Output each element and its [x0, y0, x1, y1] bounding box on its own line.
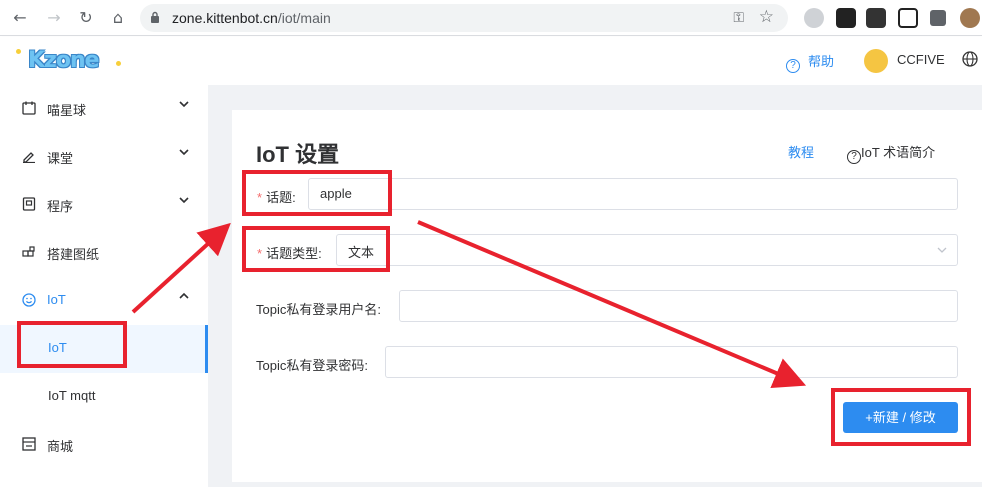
- question-icon: ?: [786, 59, 800, 73]
- profile-avatar[interactable]: [960, 8, 980, 28]
- language-globe-icon[interactable]: [962, 51, 978, 67]
- topic-type-label: * 话题类型:: [257, 246, 322, 261]
- document-icon: [22, 197, 36, 211]
- puzzle-icon[interactable]: [930, 10, 946, 26]
- sidebar: 喵星球 课堂 程序 搭建图纸 IoT IoT IoT mqtt 商城: [0, 85, 208, 487]
- topic-username-label: Topic私有登录用户名:: [256, 302, 381, 317]
- sidebar-item-iot[interactable]: IoT: [0, 277, 208, 325]
- calendar-icon: [22, 101, 36, 115]
- blocks-icon: [22, 246, 35, 257]
- smile-icon: [22, 293, 36, 307]
- sidebar-item-classroom[interactable]: 课堂: [0, 133, 208, 181]
- create-modify-button[interactable]: +新建 / 修改: [843, 402, 958, 433]
- topic-password-input[interactable]: [385, 346, 958, 378]
- home-icon[interactable]: ⌂: [108, 8, 128, 28]
- kzone-logo[interactable]: Kzone: [16, 45, 122, 79]
- browser-toolbar: ← → ↻ ⌂ zone.kittenbot.cn/iot/main ⚿ ☆: [0, 0, 982, 36]
- lock-icon: [151, 11, 159, 23]
- notion-icon[interactable]: [898, 8, 918, 28]
- chevron-down-icon: [937, 247, 947, 253]
- sidebar-item-store[interactable]: 商城: [0, 421, 208, 469]
- sidebar-item-planet[interactable]: 喵星球: [0, 85, 208, 133]
- extension-send-icon[interactable]: [866, 8, 886, 28]
- sidebar-item-blueprints[interactable]: 搭建图纸: [0, 229, 208, 277]
- tutorial-link[interactable]: 教程: [788, 142, 814, 161]
- page-title: IoT 设置: [256, 142, 340, 167]
- reload-icon[interactable]: ↻: [76, 8, 96, 28]
- extension-globe-icon[interactable]: [804, 8, 824, 28]
- username[interactable]: CCFIVE: [897, 52, 945, 67]
- chevron-down-icon: [179, 197, 189, 204]
- pen-icon: [23, 152, 35, 163]
- glossary-link[interactable]: ? IoT 术语简介: [847, 142, 935, 164]
- chevron-down-icon: [179, 149, 189, 156]
- store-icon: [22, 437, 36, 451]
- extension-app-icon[interactable]: [836, 8, 856, 28]
- help-link[interactable]: ? 帮助: [786, 51, 834, 73]
- topic-username-input[interactable]: [399, 290, 958, 322]
- cat-avatar[interactable]: [864, 49, 888, 73]
- address-bar[interactable]: zone.kittenbot.cn/iot/main ⚿ ☆: [140, 4, 788, 32]
- key-icon[interactable]: ⚿: [733, 10, 744, 26]
- chevron-up-icon: [179, 292, 189, 299]
- topic-input[interactable]: apple: [308, 178, 958, 210]
- sidebar-subitem-iot-mqtt[interactable]: IoT mqtt: [0, 373, 208, 421]
- bookmark-star-icon[interactable]: ☆: [759, 7, 774, 27]
- sidebar-subitem-iot[interactable]: IoT: [0, 325, 208, 373]
- chevron-down-icon: [179, 101, 189, 108]
- forward-icon[interactable]: →: [44, 8, 64, 28]
- back-icon[interactable]: ←: [10, 8, 30, 28]
- topic-type-select[interactable]: 文本: [336, 234, 958, 266]
- app-header: Kzone ? 帮助 CCFIVE: [0, 37, 982, 85]
- topic-password-label: Topic私有登录密码:: [256, 358, 368, 373]
- sidebar-item-programs[interactable]: 程序: [0, 181, 208, 229]
- question-icon: ?: [847, 150, 861, 164]
- url-text: zone.kittenbot.cn/iot/main: [172, 10, 331, 26]
- topic-label: * 话题:: [257, 190, 296, 205]
